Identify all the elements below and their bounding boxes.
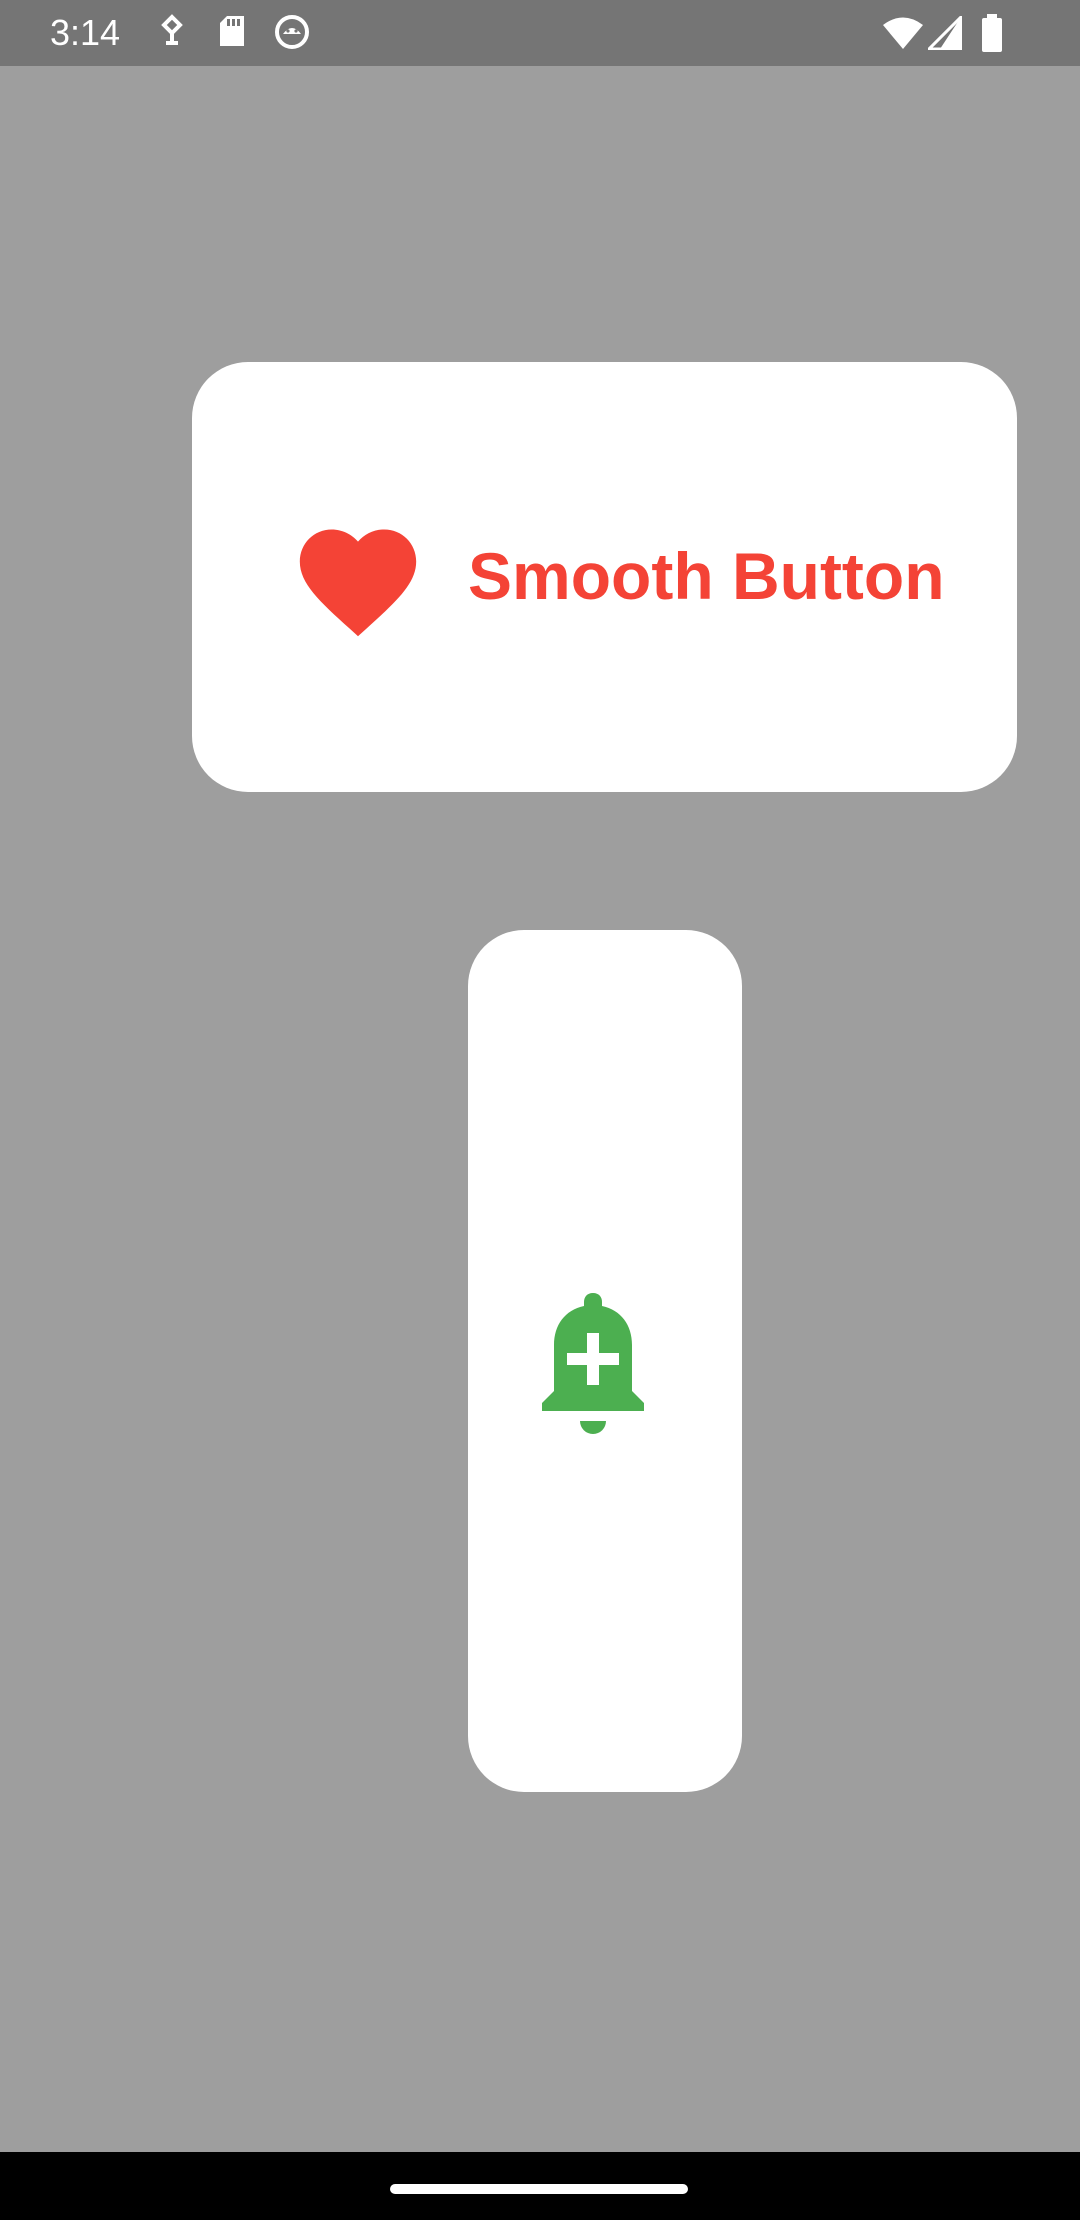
home-gesture-handle[interactable] (390, 2184, 688, 2194)
assistant-icon (161, 14, 183, 45)
smooth-button[interactable]: Smooth Button (192, 362, 1017, 792)
wifi-icon (883, 17, 923, 49)
smooth-button-label: Smooth Button (468, 539, 945, 613)
add-alert-bell-icon (542, 1293, 644, 1434)
navigation-bar (0, 2152, 1080, 2220)
android-debug-icon (275, 15, 309, 49)
sd-card-icon (220, 16, 244, 46)
status-bar: 3:14 (0, 0, 1080, 66)
add-alert-button[interactable] (468, 930, 742, 1792)
status-time: 3:14 (50, 12, 121, 53)
heart-icon (299, 529, 417, 637)
cell-signal-icon (928, 16, 962, 50)
battery-icon (982, 14, 1002, 52)
